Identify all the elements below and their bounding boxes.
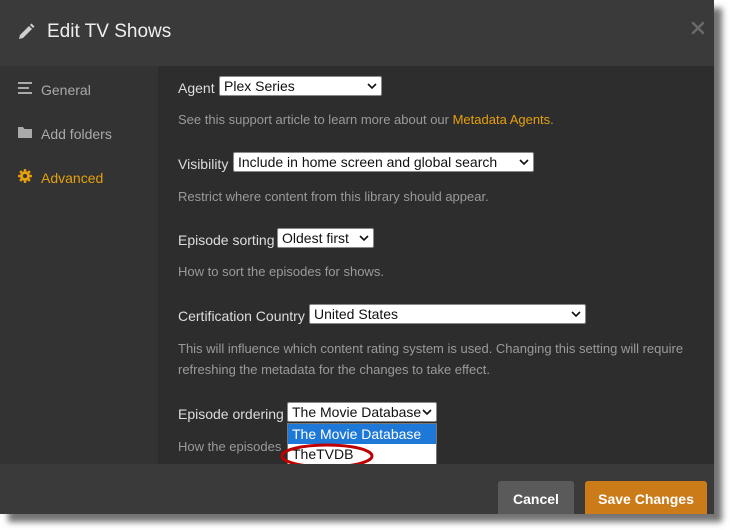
metadata-agents-link[interactable]: Metadata Agents: [453, 112, 551, 127]
visibility-help: Restrict where content from this library…: [178, 189, 489, 204]
certification-country-select[interactable]: United States: [309, 304, 586, 324]
folder-icon: [18, 127, 32, 138]
lines-icon: [18, 82, 32, 94]
agent-select[interactable]: Plex Series: [219, 76, 382, 96]
visibility-select-value: Include in home screen and global search: [238, 154, 498, 170]
chevron-down-icon: [367, 83, 377, 90]
chevron-down-icon: [571, 311, 581, 318]
dropdown-option-the-movie-database[interactable]: The Movie Database: [288, 424, 436, 444]
episode-ordering-label: Episode ordering: [178, 406, 284, 422]
dialog-footer: Cancel Save Changes: [0, 464, 714, 514]
advanced-settings-panel: Agent Plex Series See this support artic…: [158, 66, 714, 464]
episode-ordering-select[interactable]: The Movie Database: [287, 402, 437, 422]
sidebar-item-add-folders[interactable]: Add folders: [0, 113, 158, 149]
close-icon[interactable]: [690, 20, 706, 36]
sidebar-item-general[interactable]: General: [0, 69, 158, 105]
episode-sorting-label: Episode sorting: [178, 232, 275, 248]
chevron-down-icon: [422, 409, 432, 416]
episode-sorting-help: How to sort the episodes for shows.: [178, 264, 384, 279]
episode-ordering-help: How the episodes: [178, 439, 282, 454]
certification-country-help: This will influence which content rating…: [178, 341, 684, 377]
certification-country-label: Certification Country: [178, 308, 305, 324]
pencil-icon: [19, 23, 35, 39]
cancel-button[interactable]: Cancel: [498, 481, 574, 514]
visibility-select[interactable]: Include in home screen and global search: [233, 152, 534, 172]
visibility-label: Visibility: [178, 156, 229, 172]
gear-icon: [18, 169, 32, 183]
sidebar-item-label: Add folders: [41, 126, 112, 142]
dialog-title: Edit TV Shows: [47, 21, 172, 42]
edit-tv-shows-dialog: Edit TV Shows General Add folders Advanc…: [0, 0, 714, 514]
sidebar-item-advanced[interactable]: Advanced: [0, 157, 158, 193]
agent-label: Agent: [178, 80, 215, 96]
annotation-ellipse: [280, 443, 374, 464]
episode-ordering-select-value: The Movie Database: [292, 404, 422, 420]
episode-sorting-select-value: Oldest first: [282, 230, 349, 246]
settings-sidebar: General Add folders Advanced: [0, 66, 158, 464]
episode-sorting-select[interactable]: Oldest first: [277, 228, 374, 248]
agent-select-value: Plex Series: [224, 78, 295, 94]
sidebar-item-label: Advanced: [41, 170, 104, 186]
chevron-down-icon: [519, 159, 529, 166]
chevron-down-icon: [359, 235, 369, 242]
agent-help: See this support article to learn more a…: [178, 112, 554, 127]
dialog-header: Edit TV Shows: [0, 0, 714, 66]
sidebar-item-label: General: [41, 82, 91, 98]
save-changes-button[interactable]: Save Changes: [585, 481, 707, 514]
certification-country-select-value: United States: [314, 306, 399, 322]
